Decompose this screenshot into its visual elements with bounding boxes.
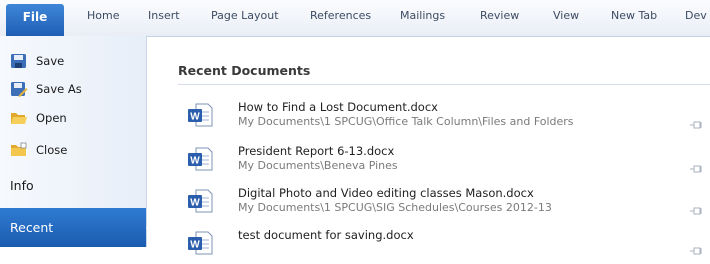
- svg-text:W: W: [190, 198, 200, 209]
- tab-view[interactable]: View: [553, 9, 579, 22]
- document-name: President Report 6-13.docx: [238, 144, 395, 158]
- recent-document-item[interactable]: W Digital Photo and Video editing classe…: [186, 186, 706, 222]
- open-folder-icon: [10, 110, 28, 126]
- recent-selection-arrow: [146, 218, 156, 238]
- backstage-recent[interactable]: Recent: [0, 208, 146, 247]
- pin-icon[interactable]: [690, 200, 702, 215]
- document-name: How to Find a Lost Document.docx: [238, 100, 438, 114]
- svg-text:W: W: [190, 240, 200, 251]
- open-label: Open: [36, 111, 67, 125]
- tab-references[interactable]: References: [310, 9, 371, 22]
- save-as-icon: [10, 81, 28, 97]
- document-path: My Documents\1 SPCUG\Office Talk Column\…: [238, 115, 574, 128]
- close-folder-icon: [10, 142, 28, 158]
- close-button[interactable]: Close: [10, 139, 67, 161]
- tab-home[interactable]: Home: [87, 9, 119, 22]
- save-as-button[interactable]: Save As: [10, 78, 82, 100]
- document-name: Digital Photo and Video editing classes …: [238, 186, 534, 200]
- svg-text:W: W: [190, 156, 200, 167]
- word-document-icon: W: [186, 188, 214, 216]
- document-name: test document for saving.docx: [238, 228, 414, 242]
- recent-documents-title: Recent Documents: [178, 63, 311, 78]
- tab-insert[interactable]: Insert: [148, 9, 180, 22]
- tab-review[interactable]: Review: [480, 9, 519, 22]
- recent-document-item[interactable]: W How to Find a Lost Document.docx My Do…: [186, 100, 706, 136]
- word-document-icon: W: [186, 146, 214, 174]
- open-button[interactable]: Open: [10, 107, 67, 129]
- section-divider: [178, 84, 710, 85]
- document-path: My Documents\1 SPCUG\SIG Schedules\Cours…: [238, 201, 552, 214]
- save-as-label: Save As: [36, 82, 82, 96]
- save-button[interactable]: Save: [10, 50, 64, 72]
- backstage-info[interactable]: Info: [10, 178, 34, 193]
- tab-mailings[interactable]: Mailings: [400, 9, 445, 22]
- close-label: Close: [36, 143, 68, 157]
- word-document-icon: W: [186, 102, 214, 130]
- pin-icon[interactable]: [690, 114, 702, 129]
- save-label: Save: [36, 54, 65, 68]
- tab-developer[interactable]: Dev: [685, 9, 707, 22]
- tab-page-layout[interactable]: Page Layout: [211, 9, 279, 22]
- word-document-icon: W: [186, 230, 214, 258]
- svg-text:W: W: [190, 112, 200, 123]
- document-path: My Documents\Beneva Pines: [238, 159, 398, 172]
- tab-new-tab[interactable]: New Tab: [611, 9, 657, 22]
- tab-file[interactable]: File: [6, 4, 64, 36]
- save-icon: [10, 53, 28, 69]
- recent-document-item[interactable]: W President Report 6-13.docx My Document…: [186, 144, 706, 180]
- ribbon-tab-bar: File Home Insert Page Layout References …: [0, 0, 710, 37]
- recent-document-item[interactable]: W test document for saving.docx: [186, 228, 706, 264]
- pin-icon[interactable]: [690, 158, 702, 173]
